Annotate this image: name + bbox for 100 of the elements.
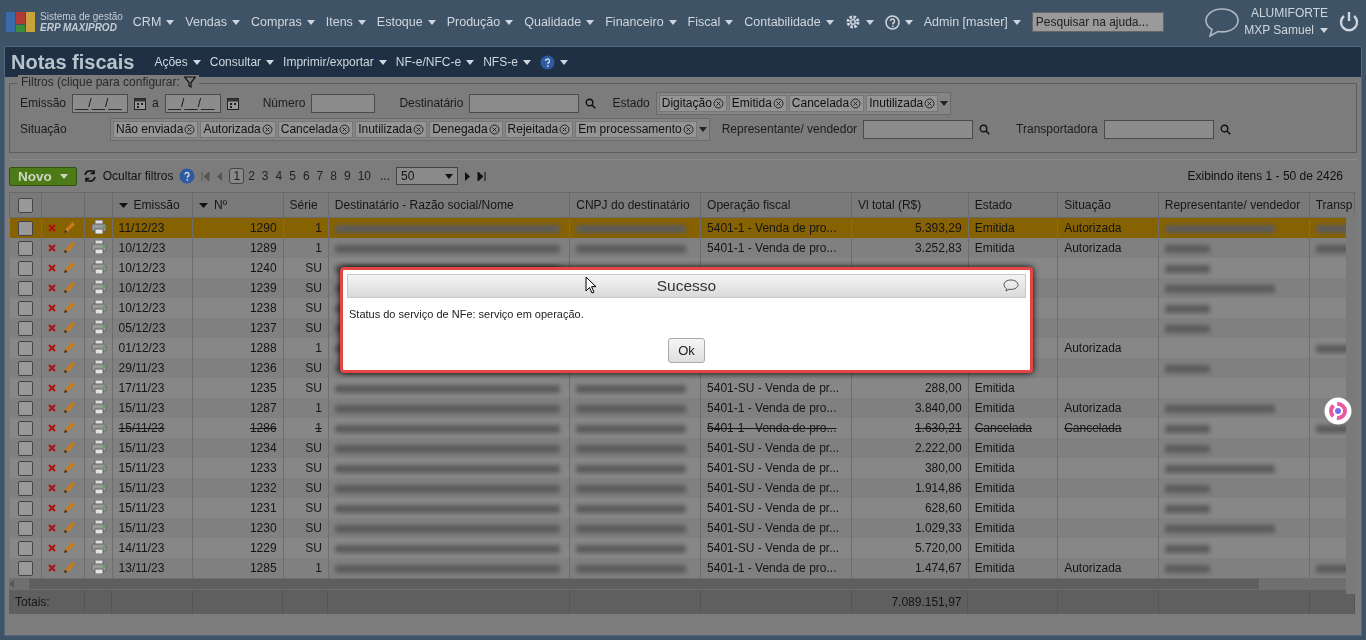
printer-icon[interactable] xyxy=(91,519,108,534)
delete-icon[interactable] xyxy=(48,264,57,272)
table-row[interactable]: 15/11/23 1232 SU 5401-SU - Venda de pr... 1.914,86 Emitida xyxy=(9,478,1355,498)
printer-icon[interactable] xyxy=(91,479,108,494)
printer-icon[interactable] xyxy=(91,419,108,434)
horizontal-scrollbar-thumb[interactable] xyxy=(29,579,1259,589)
remove-icon[interactable] xyxy=(772,97,784,109)
remove-icon[interactable] xyxy=(413,123,425,135)
pencil-icon[interactable] xyxy=(62,281,77,295)
printer-icon[interactable] xyxy=(91,459,108,474)
delete-icon[interactable] xyxy=(48,504,57,512)
calendar-icon[interactable] xyxy=(226,96,239,110)
nav-menu[interactable]: Vendas xyxy=(185,15,240,29)
user-name[interactable]: MXP Samuel xyxy=(1244,22,1314,39)
pencil-icon[interactable] xyxy=(62,341,77,355)
search-icon[interactable] xyxy=(1219,123,1231,135)
filter-chip[interactable]: Em processamento xyxy=(575,120,697,138)
filter-chip[interactable]: Emitida xyxy=(728,94,787,112)
pencil-icon[interactable] xyxy=(62,401,77,415)
delete-icon[interactable] xyxy=(48,364,57,372)
row-checkbox[interactable] xyxy=(17,300,33,316)
table-row[interactable]: 15/11/23 1230 SU 5401-SU - Venda de pr... 1.029,33 Emitida xyxy=(9,518,1355,538)
printer-icon[interactable] xyxy=(91,319,108,334)
delete-icon[interactable] xyxy=(48,244,57,252)
filter-chip[interactable]: Rejeitada xyxy=(504,120,574,138)
printer-icon[interactable] xyxy=(91,399,108,414)
pencil-icon[interactable] xyxy=(62,481,77,495)
vertical-scrollbar[interactable] xyxy=(1346,214,1358,594)
number-field[interactable] xyxy=(311,93,376,113)
previous-page-icon[interactable] xyxy=(216,171,224,181)
printer-icon[interactable] xyxy=(91,279,108,294)
chat-icon[interactable] xyxy=(1203,7,1240,37)
page-menu[interactable]: Consultar xyxy=(209,55,275,69)
printer-icon[interactable] xyxy=(91,359,108,374)
printer-icon[interactable] xyxy=(91,499,108,514)
nav-menu[interactable]: Financeiro xyxy=(605,15,677,29)
help-search-field[interactable]: Pesquisar na ajuda... xyxy=(1031,12,1164,32)
hide-filters-button[interactable]: Ocultar filtros xyxy=(102,169,174,183)
delete-icon[interactable] xyxy=(48,284,57,292)
row-checkbox[interactable] xyxy=(17,380,33,396)
nav-menu[interactable]: Produção xyxy=(446,15,514,29)
row-checkbox[interactable] xyxy=(17,520,33,536)
power-icon[interactable] xyxy=(1338,11,1360,33)
delete-icon[interactable] xyxy=(48,404,57,412)
first-page-icon[interactable] xyxy=(201,171,211,181)
state-filter[interactable]: Digitação Emitida Cancelada Inutilizada xyxy=(655,91,952,115)
pencil-icon[interactable] xyxy=(62,361,77,375)
table-row[interactable]: 15/11/23 1287 1 5401-1 - Venda de pro... 3.840,00 Emitida Autorizada xyxy=(9,398,1355,418)
filter-chip[interactable]: Inutilizada xyxy=(355,120,428,138)
table-row[interactable]: 14/11/23 1229 SU 5401-SU - Venda de pr... 5.720,00 Emitida xyxy=(9,538,1355,558)
settings-menu[interactable] xyxy=(844,14,874,30)
printer-icon[interactable] xyxy=(91,559,108,574)
new-button[interactable]: Novo xyxy=(9,166,77,186)
row-checkbox[interactable] xyxy=(17,460,33,476)
delete-icon[interactable] xyxy=(48,384,57,392)
page-menu[interactable]: NF-e/NFC-e xyxy=(395,55,475,69)
search-icon[interactable] xyxy=(585,97,597,109)
page-menu[interactable]: Imprimir/exportar xyxy=(283,55,387,69)
row-checkbox[interactable] xyxy=(17,320,33,336)
printer-icon[interactable] xyxy=(91,239,108,254)
nav-menu[interactable]: Fiscal xyxy=(687,15,734,29)
printer-icon[interactable] xyxy=(91,259,108,274)
pencil-icon[interactable] xyxy=(62,421,77,435)
printer-icon[interactable] xyxy=(91,379,108,394)
remove-icon[interactable] xyxy=(559,123,571,135)
pencil-icon[interactable] xyxy=(62,321,77,335)
speech-bubble-icon[interactable] xyxy=(1003,279,1019,292)
row-checkbox[interactable] xyxy=(17,340,33,356)
filter-chip[interactable]: Não enviada xyxy=(113,120,199,138)
recipient-field[interactable] xyxy=(469,93,580,113)
pencil-icon[interactable] xyxy=(62,241,77,255)
status-filter[interactable]: Não enviada Autorizada Cancelada Inutilizada Denegada Rejeitada Em processamento xyxy=(110,117,710,141)
next-page-icon[interactable] xyxy=(464,171,471,181)
delete-icon[interactable] xyxy=(48,324,57,332)
row-checkbox[interactable] xyxy=(17,480,33,496)
printer-icon[interactable] xyxy=(91,539,108,554)
pencil-icon[interactable] xyxy=(62,541,77,555)
delete-icon[interactable] xyxy=(48,564,57,572)
pencil-icon[interactable] xyxy=(62,441,77,455)
row-checkbox[interactable] xyxy=(17,400,33,416)
printer-icon[interactable] xyxy=(91,439,108,454)
filter-chip[interactable]: Inutilizada xyxy=(866,94,939,112)
page-link[interactable]: 5 xyxy=(286,168,299,184)
row-checkbox[interactable] xyxy=(17,440,33,456)
row-checkbox[interactable] xyxy=(17,280,33,296)
page-link[interactable]: 6 xyxy=(299,168,313,184)
row-checkbox[interactable] xyxy=(17,360,33,376)
assistant-icon[interactable] xyxy=(1324,397,1352,425)
last-page-icon[interactable] xyxy=(477,171,486,181)
delete-icon[interactable] xyxy=(48,344,57,352)
row-checkbox[interactable] xyxy=(17,260,33,276)
filter-icon[interactable] xyxy=(183,76,196,88)
pencil-icon[interactable] xyxy=(62,521,77,535)
help-icon[interactable] xyxy=(179,168,196,184)
page-link[interactable]: 7 xyxy=(313,168,327,184)
delete-icon[interactable] xyxy=(48,424,57,432)
help-menu[interactable] xyxy=(539,54,568,70)
remove-icon[interactable] xyxy=(682,123,694,135)
page-size-select[interactable]: 50 xyxy=(396,167,458,185)
nav-menu[interactable]: Itens xyxy=(325,15,366,29)
